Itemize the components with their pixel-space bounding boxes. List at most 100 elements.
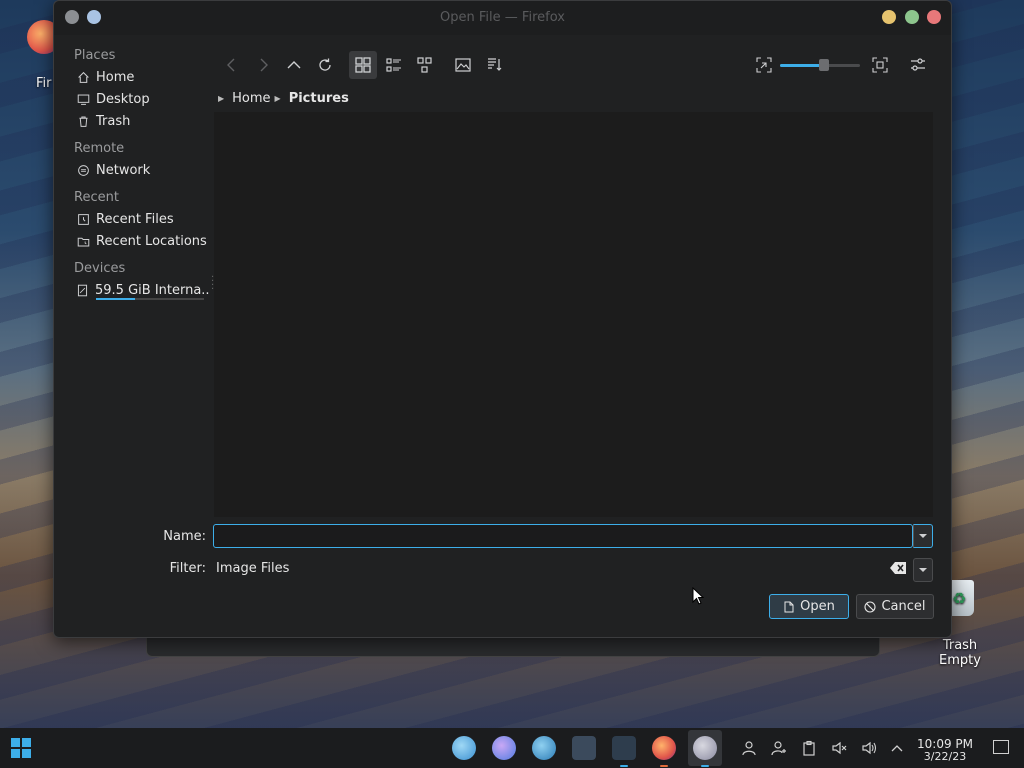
sort-icon: [488, 58, 502, 71]
discover-taskbar-icon[interactable]: [492, 736, 516, 760]
filter-combobox[interactable]: Image Files: [213, 558, 913, 580]
system-monitor-taskbar-icon[interactable]: [572, 736, 596, 760]
volume-icon[interactable]: [860, 739, 878, 757]
recent-locations-icon: [76, 234, 90, 248]
icon-view-icon: [355, 57, 371, 73]
options-icon: [911, 58, 925, 71]
clock-time: 10:09 PM: [917, 737, 973, 751]
drive-usage-fill: [96, 298, 135, 300]
user-switch-icon[interactable]: [770, 739, 788, 757]
sidebar-item-network[interactable]: Network: [62, 159, 210, 181]
zoom-in-button[interactable]: [866, 51, 894, 79]
tray-expand-icon[interactable]: [888, 739, 906, 757]
breadcrumb: ▶ Home ▶ Pictures: [214, 87, 349, 109]
up-button[interactable]: [280, 51, 308, 79]
forward-icon: [260, 58, 268, 72]
sidebar-item-label: Recent Files: [96, 211, 174, 227]
options-button[interactable]: [904, 51, 932, 79]
task-indicator: [660, 765, 668, 767]
icon-view-button[interactable]: [349, 51, 377, 79]
up-icon: [287, 61, 301, 69]
compact-view-button[interactable]: [380, 51, 408, 79]
desktop-icon: [76, 92, 90, 106]
close-button[interactable]: [927, 10, 941, 24]
sidebar-item-internal-drive[interactable]: 59.5 GiB Interna...: [62, 279, 210, 301]
document-open-icon: [783, 601, 795, 613]
dialog-taskbar-icon[interactable]: [693, 736, 717, 760]
taskbar: [0, 728, 1024, 768]
preview-button[interactable]: [449, 51, 477, 79]
show-desktop-button[interactable]: [993, 740, 1009, 754]
sidebar-item-home[interactable]: Home: [62, 66, 210, 88]
chevron-down-icon: [919, 568, 927, 572]
recent-files-icon: [76, 212, 90, 226]
section-heading-remote: Remote: [74, 141, 125, 156]
file-view[interactable]: [214, 112, 933, 517]
sidebar-item-trash[interactable]: Trash: [62, 110, 210, 132]
filter-dropdown-button[interactable]: [913, 558, 933, 582]
zoom-slider[interactable]: [780, 59, 860, 71]
application-launcher-button[interactable]: [11, 738, 31, 758]
backspace-icon: [890, 562, 906, 574]
window-title: Open File — Firefox: [440, 10, 565, 25]
reload-icon: [319, 58, 331, 71]
file-manager-taskbar-icon[interactable]: [452, 736, 476, 760]
open-button[interactable]: Open: [769, 594, 849, 619]
network-icon: [76, 163, 90, 177]
sort-button[interactable]: [480, 51, 508, 79]
mouse-cursor-icon: [692, 587, 704, 605]
firefox-taskbar-icon[interactable]: [652, 736, 676, 760]
drive-usage-bar: [96, 298, 204, 300]
breadcrumb-arrow-icon[interactable]: ▶: [275, 94, 281, 103]
user-icon[interactable]: [740, 739, 758, 757]
sidebar-item-recent-locations[interactable]: Recent Locations: [62, 230, 210, 252]
sidebar-item-label: Trash: [96, 113, 131, 129]
trash-icon: [76, 114, 90, 128]
section-heading-places: Places: [74, 48, 116, 63]
zoom-out-button[interactable]: [750, 51, 778, 79]
open-button-label: Open: [800, 599, 835, 614]
home-icon: [76, 70, 90, 84]
breadcrumb-pictures[interactable]: Pictures: [289, 91, 349, 106]
drive-icon: [76, 283, 89, 297]
sidebar-item-label: 59.5 GiB Interna...: [95, 282, 210, 298]
settings-taskbar-icon[interactable]: [532, 736, 556, 760]
zoom-out-icon: [756, 57, 772, 73]
zoom-slider-handle[interactable]: [819, 59, 829, 71]
cancel-button[interactable]: Cancel: [856, 594, 934, 619]
clipboard-icon[interactable]: [800, 739, 818, 757]
desktop-trash-status: Empty: [939, 653, 981, 668]
sidebar-item-recent-files[interactable]: Recent Files: [62, 208, 210, 230]
microphone-muted-icon[interactable]: [830, 739, 848, 757]
breadcrumb-arrow-icon[interactable]: ▶: [218, 94, 224, 103]
maximize-button[interactable]: [905, 10, 919, 24]
back-icon: [227, 58, 235, 72]
back-button[interactable]: [218, 51, 246, 79]
sidebar-item-desktop[interactable]: Desktop: [62, 88, 210, 110]
name-input[interactable]: [213, 524, 913, 548]
sidebar-item-label: Network: [96, 162, 151, 178]
titlebar[interactable]: Open File — Firefox: [54, 1, 951, 35]
terminal-taskbar-icon[interactable]: [612, 736, 636, 760]
places-panel: Places Home Desktop Trash Remote Network…: [62, 45, 210, 515]
clock-date: 3/22/23: [923, 750, 967, 763]
chevron-down-icon: [919, 534, 927, 538]
reload-button[interactable]: [311, 51, 339, 79]
sidebar-item-label: Recent Locations: [96, 233, 207, 249]
open-file-dialog: Open File — Firefox Places Home Desktop …: [53, 0, 952, 638]
clear-filter-button[interactable]: [890, 562, 906, 574]
forward-button[interactable]: [249, 51, 277, 79]
filter-label: Filter:: [169, 561, 206, 576]
zoom-slider-fill: [780, 64, 824, 67]
sidebar-item-label: Home: [96, 69, 135, 85]
tree-view-button[interactable]: [411, 51, 439, 79]
breadcrumb-home[interactable]: Home: [232, 91, 270, 106]
minimize-button[interactable]: [882, 10, 896, 24]
section-heading-devices: Devices: [74, 261, 126, 276]
name-dropdown-button[interactable]: [913, 524, 933, 548]
cancel-icon: [864, 600, 877, 613]
clock[interactable]: 10:09 PM 3/22/23: [912, 737, 978, 763]
filter-value: Image Files: [216, 561, 290, 576]
sidebar-item-label: Desktop: [96, 91, 150, 107]
section-heading-recent: Recent: [74, 190, 119, 205]
